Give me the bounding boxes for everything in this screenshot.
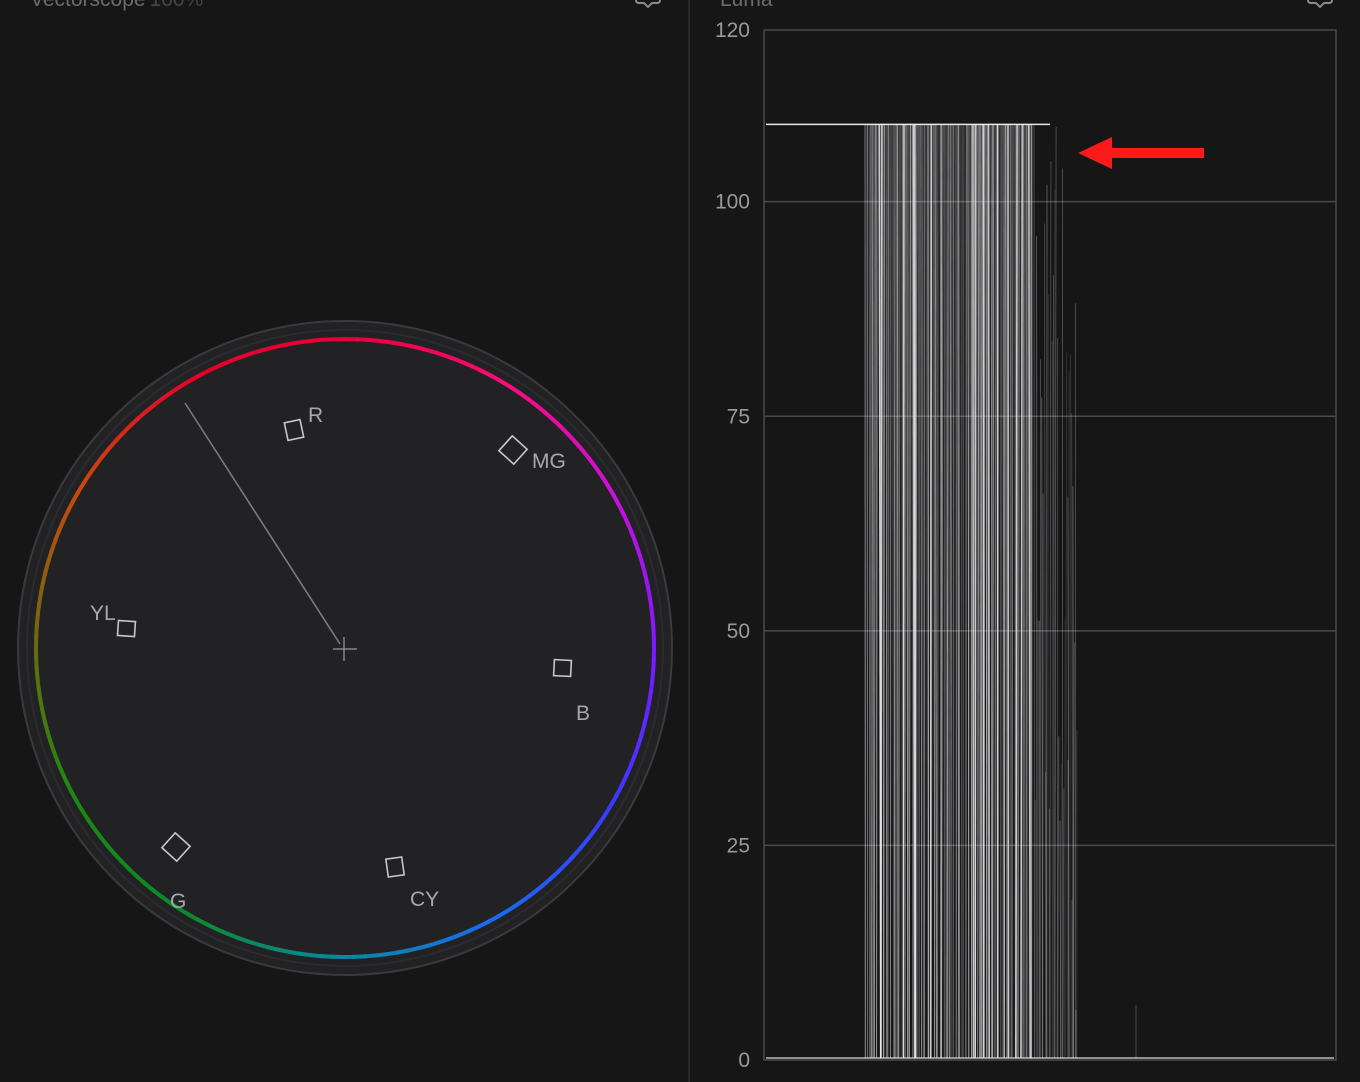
waveform-trace: [913, 124, 917, 1059]
vectorscope-panel: Vectorscope100% R MG: [0, 0, 688, 1082]
waveform-trace: [987, 124, 990, 1059]
vectorscope-graph: R MG YL B G CY: [17, 320, 673, 976]
waveform-tick-labels: 120 100 75 50 25 0: [715, 19, 750, 1072]
tick-label-75: 75: [727, 405, 750, 428]
waveform-trace: [887, 124, 889, 1059]
video-scopes-window: Vectorscope100% R MG: [0, 0, 1360, 1082]
target-label-mg: MG: [532, 450, 566, 473]
waveform-trace: [972, 124, 975, 1059]
waveform-trace: [1069, 354, 1071, 1059]
tick-label-120: 120: [715, 19, 750, 42]
target-label-r: R: [308, 404, 323, 427]
waveform-trace: [902, 124, 905, 1059]
luma-waveform-graph: 120 100 75 50 25 0: [715, 19, 1337, 1072]
waveform-trace: [929, 124, 933, 1059]
tick-label-50: 50: [727, 620, 750, 643]
vectorscope-outer-ring: [17, 320, 673, 976]
target-label-cy: CY: [410, 888, 439, 911]
waveform-trace: [880, 124, 883, 1059]
luma-waveform-panel: Luma 120 100 75 50 25 0: [690, 0, 1360, 1082]
waveform-trace: [1060, 763, 1062, 1059]
tick-label-100: 100: [715, 191, 750, 214]
tick-label-0: 0: [738, 1049, 750, 1072]
tick-label-25: 25: [727, 834, 750, 857]
target-label-yl: YL: [90, 602, 116, 625]
target-label-g: G: [170, 890, 186, 913]
target-label-b: B: [576, 702, 590, 725]
